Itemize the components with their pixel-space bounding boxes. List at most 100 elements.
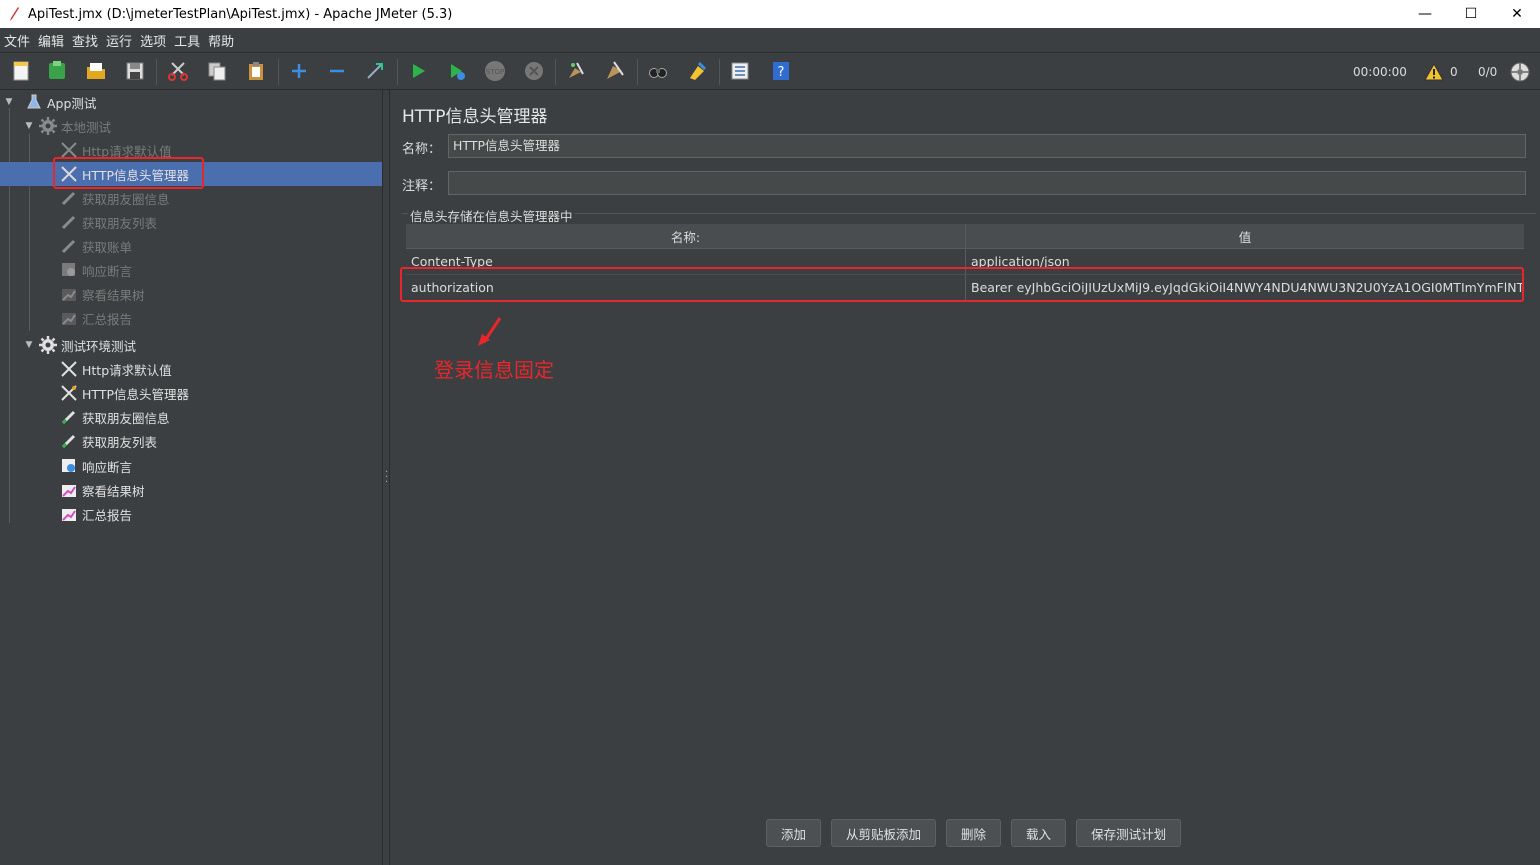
tree-label: 察看结果树: [82, 483, 145, 499]
tree-label: 汇总报告: [82, 311, 133, 327]
column-header-value[interactable]: 值: [966, 224, 1524, 248]
search-binoculars-icon[interactable]: [647, 60, 669, 82]
elapsed-time: 00:00:00: [1353, 65, 1407, 79]
name-input[interactable]: HTTP信息头管理器: [448, 134, 1526, 158]
tree-node-results-tree-local[interactable]: 察看结果树: [0, 282, 382, 306]
tree-label: Http请求默认值: [82, 362, 172, 378]
shutdown-icon[interactable]: [523, 60, 545, 82]
tree-node-results-tree-env[interactable]: 察看结果树: [0, 478, 382, 502]
remote-globe-icon[interactable]: [1509, 53, 1531, 91]
save-icon[interactable]: [124, 60, 146, 82]
tree-node-root[interactable]: ▼ App测试: [0, 90, 382, 114]
name-label: 名称：: [402, 142, 442, 157]
selection-highlight-box: [53, 157, 204, 189]
tree-label: 测试环境测试: [61, 338, 137, 354]
tree-node-thread-group-test-env[interactable]: ▼ 测试环境测试: [0, 333, 382, 357]
pipette-icon: [60, 237, 78, 255]
svg-text:STOP: STOP: [486, 68, 504, 76]
tree-node-sampler-moments-env[interactable]: 获取朋友圈信息: [0, 405, 382, 429]
chart-icon: [60, 505, 78, 523]
gear-icon: [39, 117, 57, 135]
menu-help[interactable]: 帮助: [204, 31, 238, 50]
wrench-icon: [60, 360, 78, 378]
annotation-arrow-icon: [478, 317, 502, 346]
tree-node-summary-env[interactable]: 汇总报告: [0, 502, 382, 526]
authorization-highlight-box: [400, 267, 1524, 302]
test-plan-tree: ▼ App测试 ▼ 本地测试 Http请求默认值 HTTP信息头管理器 获取朋友…: [0, 90, 382, 865]
tree-node-assertion-local[interactable]: 响应断言: [0, 258, 382, 282]
pipette-icon: [60, 213, 78, 231]
tree-node-sampler-bill-local[interactable]: 获取账单: [0, 234, 382, 258]
tree-label: 察看结果树: [82, 287, 145, 303]
expand-arrow-icon[interactable]: ▼: [23, 120, 35, 132]
svg-text:?: ?: [778, 65, 785, 80]
menu-edit[interactable]: 编辑: [34, 31, 68, 50]
column-header-name[interactable]: 名称:: [406, 224, 966, 248]
menu-search[interactable]: 查找: [68, 31, 102, 50]
start-no-pause-icon[interactable]: [446, 60, 468, 82]
warning-icon[interactable]: [1424, 53, 1444, 91]
open-icon[interactable]: [85, 60, 107, 82]
add-button[interactable]: 添加: [766, 819, 822, 847]
annotation-text: 登录信息固定: [434, 358, 554, 382]
cut-icon[interactable]: [167, 60, 189, 82]
tree-node-http-defaults-env[interactable]: Http请求默认值: [0, 357, 382, 381]
group-title: 信息头存储在信息头管理器中: [408, 206, 575, 225]
function-helper-icon[interactable]: [729, 60, 751, 82]
menu-run[interactable]: 运行: [102, 31, 136, 50]
new-icon[interactable]: [10, 60, 32, 82]
tree-node-header-manager-env[interactable]: HTTP信息头管理器: [0, 381, 382, 405]
copy-icon[interactable]: [206, 60, 228, 82]
tree-node-summary-local[interactable]: 汇总报告: [0, 306, 382, 330]
pipette-icon: [60, 408, 78, 426]
title-bar: ApiTest.jmx (D:\jmeterTestPlan\ApiTest.j…: [0, 0, 1540, 28]
comment-input[interactable]: [448, 171, 1526, 195]
chart-icon: [60, 309, 78, 327]
delete-button[interactable]: 删除: [946, 819, 1002, 847]
expand-arrow-icon[interactable]: ▼: [23, 339, 35, 351]
gear-icon: [39, 336, 57, 354]
assertion-icon: [60, 457, 78, 475]
toolbar: STOP ? 00:00:00 0 0/0: [0, 52, 1540, 90]
stop-icon[interactable]: STOP: [484, 60, 506, 82]
reset-search-icon[interactable]: [686, 60, 708, 82]
start-icon[interactable]: [407, 60, 429, 82]
menu-tools[interactable]: 工具: [170, 31, 204, 50]
expand-arrow-icon[interactable]: ▼: [3, 96, 15, 108]
maximize-button[interactable]: ☐: [1448, 0, 1494, 28]
tree-node-sampler-friends-env[interactable]: 获取朋友列表: [0, 429, 382, 453]
minimize-button[interactable]: —: [1402, 0, 1448, 28]
wrench-icon: [60, 384, 78, 402]
close-button[interactable]: ✕: [1494, 0, 1540, 28]
tree-node-sampler-friends-local[interactable]: 获取朋友列表: [0, 210, 382, 234]
paste-icon[interactable]: [245, 60, 267, 82]
warning-count: 0: [1450, 65, 1458, 79]
panel-title: HTTP信息头管理器: [402, 107, 548, 127]
window-title: ApiTest.jmx (D:\jmeterTestPlan\ApiTest.j…: [28, 6, 453, 22]
clear-all-icon[interactable]: [604, 60, 626, 82]
toggle-icon[interactable]: [364, 60, 386, 82]
save-test-plan-button[interactable]: 保存测试计划: [1076, 819, 1182, 847]
chart-icon: [60, 285, 78, 303]
clear-icon[interactable]: [565, 60, 587, 82]
add-from-clipboard-button[interactable]: 从剪贴板添加: [831, 819, 937, 847]
comment-label: 注释：: [402, 179, 442, 194]
active-threads: 0/0: [1478, 65, 1498, 79]
menu-options[interactable]: 选项: [136, 31, 170, 50]
test-plan-flask-icon: [25, 93, 43, 111]
jmeter-feather-icon: [0, 0, 28, 28]
tree-label: App测试: [47, 95, 97, 111]
templates-icon[interactable]: [46, 60, 68, 82]
help-icon[interactable]: ?: [770, 60, 792, 82]
expand-icon[interactable]: [288, 60, 310, 82]
collapse-icon[interactable]: [326, 60, 348, 82]
tree-label: 获取朋友列表: [82, 434, 158, 450]
tree-node-assertion-env[interactable]: 响应断言: [0, 454, 382, 478]
pane-splitter[interactable]: · · ·: [382, 90, 390, 865]
tree-label: 获取朋友列表: [82, 215, 158, 231]
header-manager-panel: HTTP信息头管理器 名称： HTTP信息头管理器 注释： 信息头存储在信息头管…: [390, 90, 1540, 865]
menu-file[interactable]: 文件: [0, 31, 34, 50]
tree-node-thread-group-local[interactable]: ▼ 本地测试: [0, 114, 382, 138]
load-button[interactable]: 载入: [1011, 819, 1067, 847]
tree-node-sampler-moments-local[interactable]: 获取朋友圈信息: [0, 186, 382, 210]
